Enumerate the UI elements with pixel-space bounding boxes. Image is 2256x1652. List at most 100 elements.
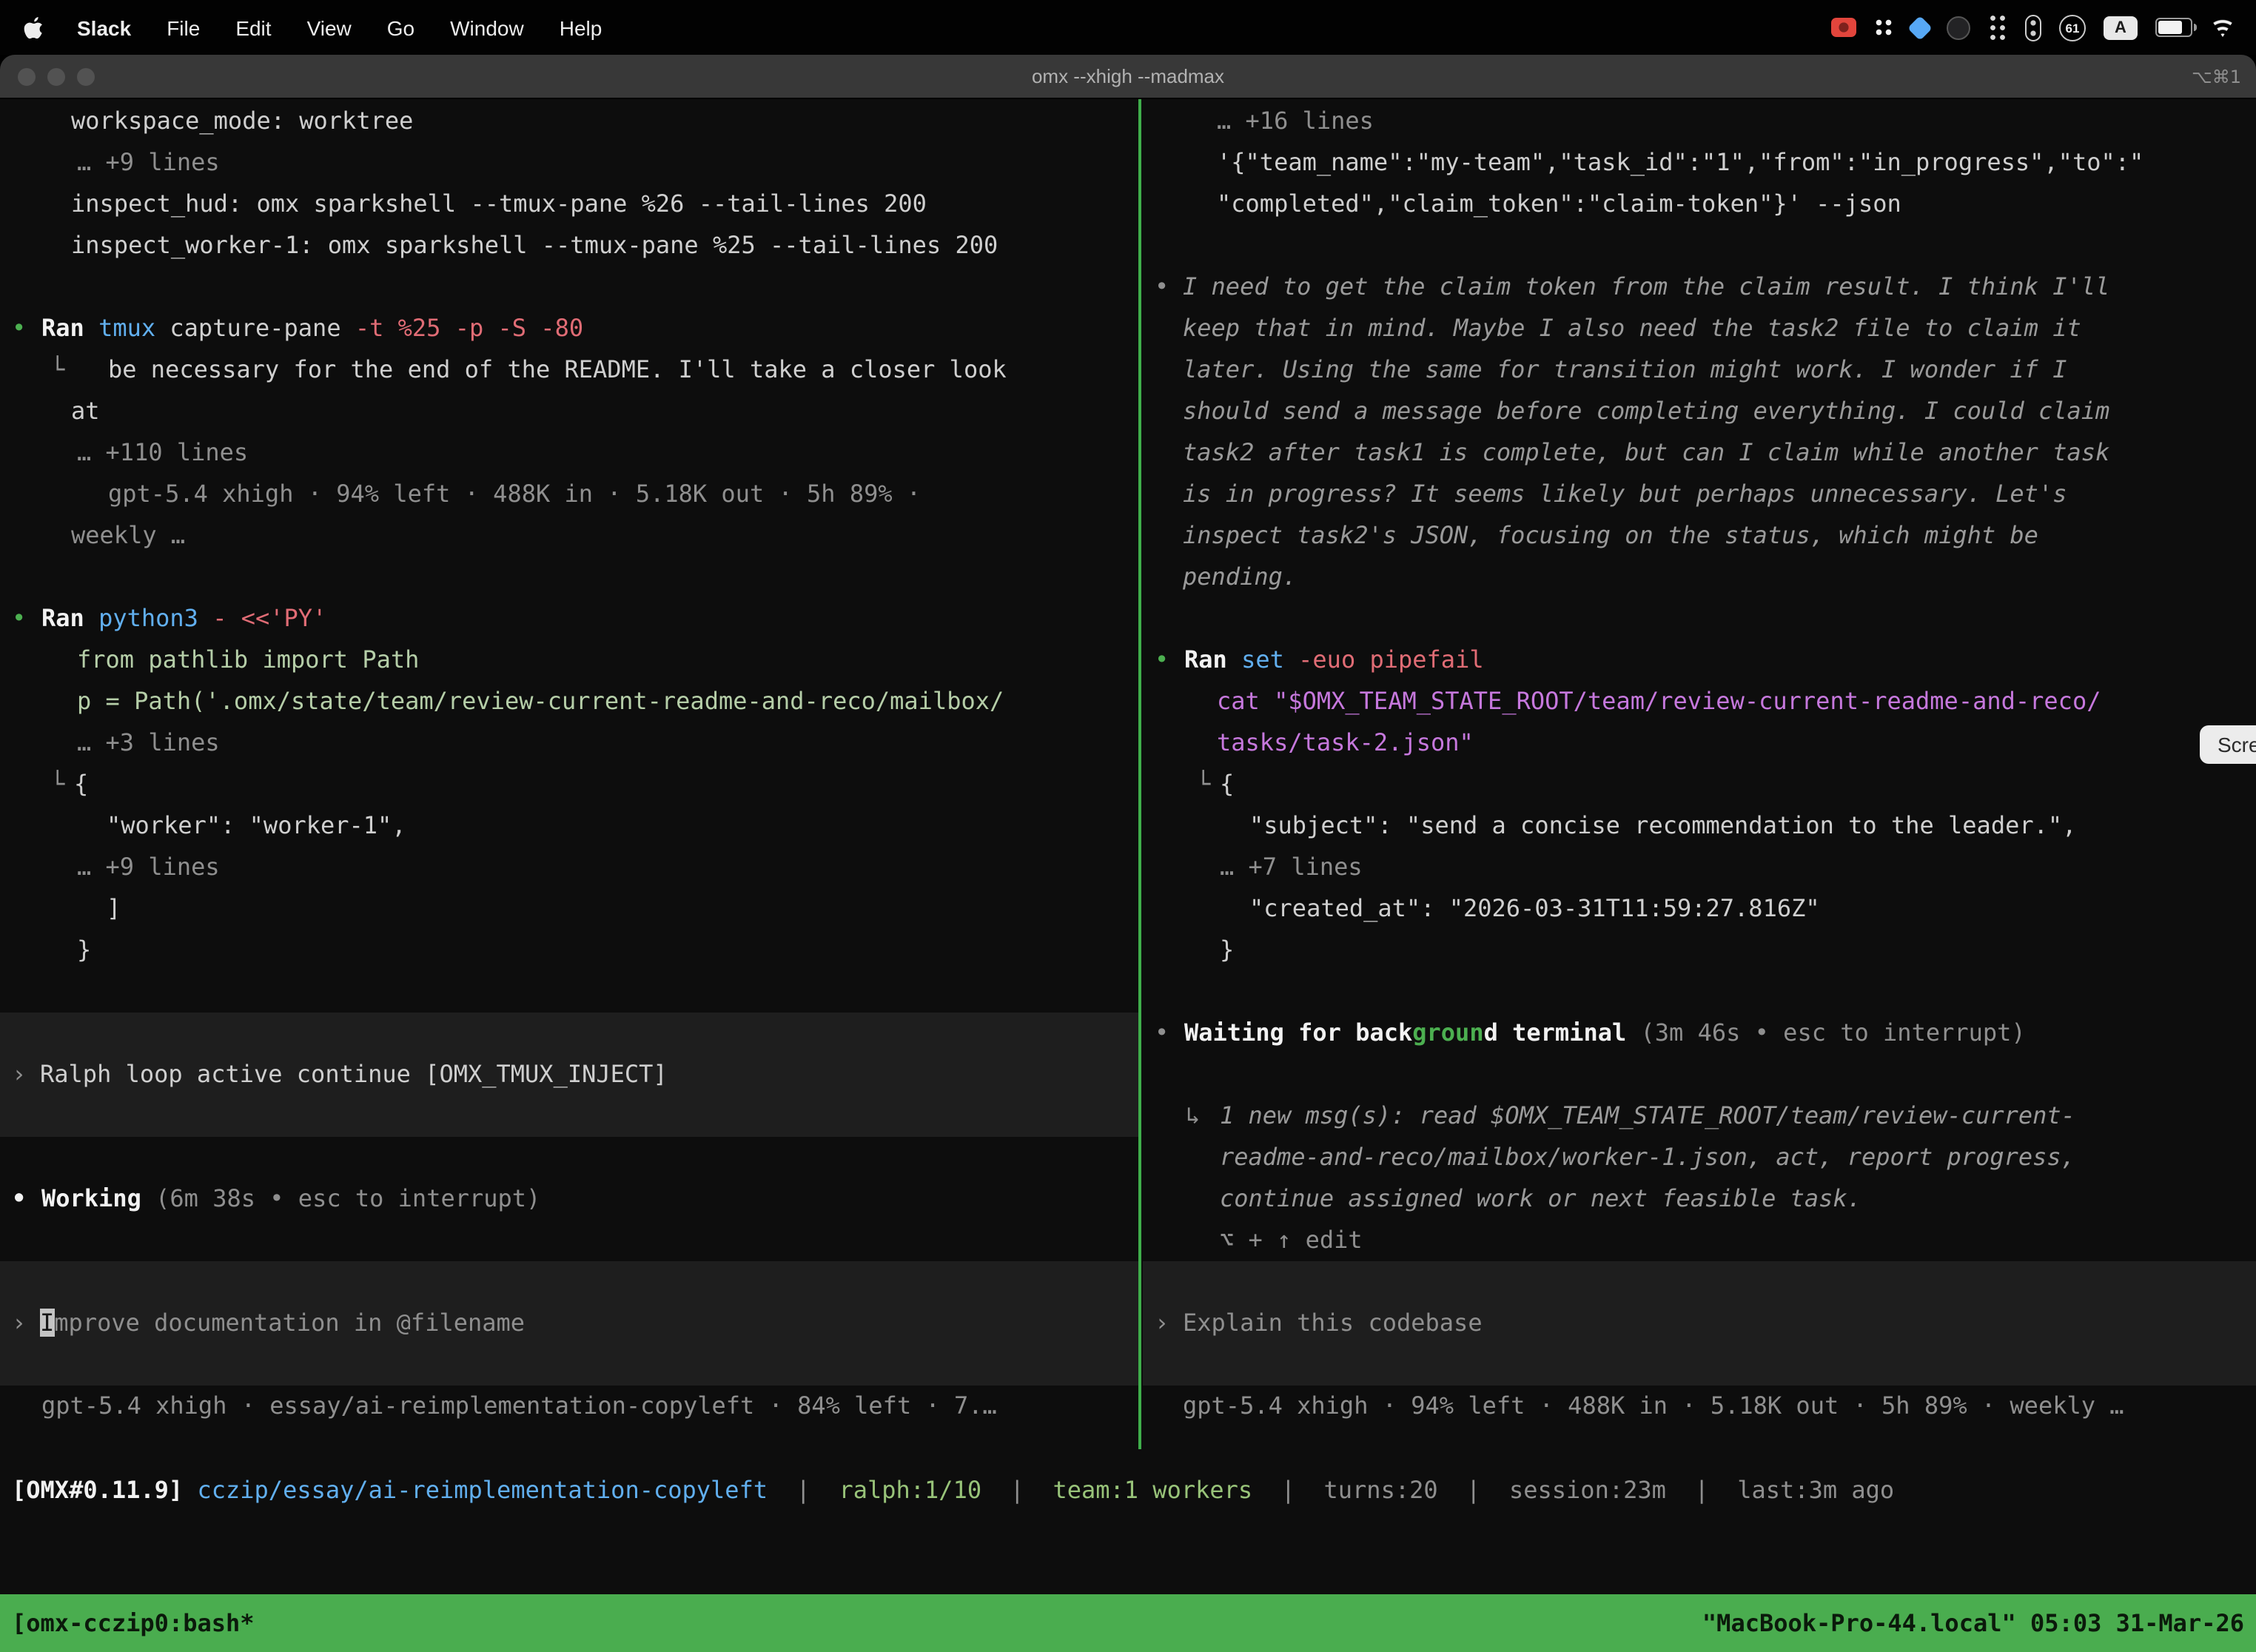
left-terminal-pane[interactable]: workspace_mode: worktree… +9 linesinspec… (0, 101, 1140, 1427)
terminal-line: … +3 lines (0, 722, 1140, 764)
menu-item-help[interactable]: Help (560, 16, 602, 39)
terminal-line: "worker": "worker-1", (0, 805, 1140, 847)
terminal-line: ↳1 new msg(s): read $OMX_TEAM_STATE_ROOT… (1143, 1095, 2256, 1137)
line-marker: • (12, 1178, 26, 1220)
window-shortcut-hint: ⌥⌘1 (2192, 66, 2241, 87)
terminal-line: •Working (6m 38s • esc to interrupt) (0, 1178, 1140, 1220)
terminal-line (0, 1137, 1140, 1178)
terminal-line (0, 1261, 1140, 1303)
line-marker: › (1155, 1303, 1169, 1344)
window-titlebar[interactable]: omx --xhigh --madmax ⌥⌘1 (0, 55, 2256, 99)
terminal-line: … +110 lines (0, 432, 1140, 474)
wifi-icon[interactable] (2210, 18, 2235, 37)
menu-item-edit[interactable]: Edit (235, 16, 271, 39)
line-marker: • (12, 598, 26, 639)
screen-recording-indicator-icon[interactable] (1831, 18, 1856, 37)
terminal-line (1143, 1344, 2256, 1386)
tmux-session-label: [omx-cczip0:bash* (12, 1609, 255, 1637)
menu-item-view[interactable]: View (307, 16, 352, 39)
terminal-window: omx --xhigh --madmax ⌥⌘1 workspace_mode:… (0, 55, 2256, 1652)
terminal-line: •I need to get the claim token from the … (1143, 266, 2256, 308)
terminal-line: └{ (0, 764, 1140, 805)
terminal-line: •Waiting for background terminal (3m 46s… (1143, 1013, 2256, 1054)
apple-menu[interactable] (24, 15, 44, 40)
terminal-line (1143, 1054, 2256, 1095)
terminal-line: •Ran set -euo pipefail (1143, 639, 2256, 681)
apple-logo-icon (24, 15, 44, 40)
line-marker: › (12, 1054, 26, 1095)
terminal-line: is in progress? It seems likely but perh… (1143, 474, 2256, 515)
terminal-line: … +7 lines (1143, 847, 2256, 888)
terminal-line: continue assigned work or next feasible … (1143, 1178, 2256, 1220)
battery-icon[interactable] (2155, 18, 2192, 37)
terminal-line (0, 1344, 1140, 1386)
grid-app-icon[interactable] (1874, 18, 1893, 37)
terminal-line: cat "$OMX_TEAM_STATE_ROOT/team/review-cu… (1143, 681, 2256, 722)
terminal-line: } (1143, 930, 2256, 971)
terminal-line: keep that in mind. Maybe I also need the… (1143, 308, 2256, 349)
raycast-icon[interactable] (1907, 15, 1933, 40)
line-marker: └ (50, 349, 64, 391)
terminal-line: ›Ralph loop active continue [OMX_TMUX_IN… (0, 1054, 1140, 1095)
terminal-line: ›Explain this codebase (1143, 1303, 2256, 1344)
terminal-line: "completed","claim_token":"claim-token"}… (1143, 184, 2256, 225)
terminal-line (0, 266, 1140, 308)
menu-item-window[interactable]: Window (450, 16, 524, 39)
line-marker: • (1155, 639, 1169, 681)
battery-percent-gauge-icon[interactable]: 61 (2059, 14, 2086, 41)
window-title: omx --xhigh --madmax (0, 65, 2256, 87)
screen: Slack File Edit View Go Window Help 61 A… (0, 0, 2256, 1652)
terminal-line (1143, 1261, 2256, 1303)
terminal-line (0, 1013, 1140, 1054)
menu-item-go[interactable]: Go (387, 16, 414, 39)
terminal-line: inspect task2's JSON, focusing on the st… (1143, 515, 2256, 557)
terminal-line: gpt-5.4 xhigh · essay/ai-reimplementatio… (0, 1386, 1140, 1427)
line-marker: • (1155, 266, 1169, 308)
terminal-line: ›Improve documentation in @filename (0, 1303, 1140, 1344)
menu-app-name[interactable]: Slack (77, 16, 131, 39)
omx-status-line: [OMX#0.11.9] cczip/essay/ai-reimplementa… (12, 1470, 1894, 1511)
close-button[interactable] (18, 67, 36, 85)
screen-tooltip: Scre (2200, 725, 2256, 764)
terminal-line: readme-and-reco/mailbox/worker-1.json, a… (1143, 1137, 2256, 1178)
line-marker: ↳ (1186, 1095, 1200, 1137)
terminal-line: └{ (1143, 764, 2256, 805)
terminal-line: pending. (1143, 557, 2256, 598)
terminal-line: should send a message before completing … (1143, 391, 2256, 432)
terminal-line: at (0, 391, 1140, 432)
terminal-line: gpt-5.4 xhigh · 94% left · 488K in · 5.1… (1143, 1386, 2256, 1427)
terminal-line: weekly … (0, 515, 1140, 557)
minimize-button[interactable] (47, 67, 65, 85)
terminal-line: inspect_worker-1: omx sparkshell --tmux-… (0, 225, 1140, 266)
menu-item-file[interactable]: File (167, 16, 200, 39)
terminal-line: … +16 lines (1143, 101, 2256, 142)
line-marker: • (1155, 1013, 1169, 1054)
terminal-line: } (0, 930, 1140, 971)
line-marker: └ (50, 764, 64, 805)
terminal-line: inspect_hud: omx sparkshell --tmux-pane … (0, 184, 1140, 225)
terminal-line: '{"team_name":"my-team","task_id":"1","f… (1143, 142, 2256, 184)
terminal-line (0, 971, 1140, 1013)
terminal-line: … +9 lines (0, 847, 1140, 888)
terminal-line: gpt-5.4 xhigh · 94% left · 488K in · 5.1… (0, 474, 1140, 515)
dots-grid-icon[interactable] (1988, 13, 2007, 41)
line-marker: › (12, 1303, 26, 1344)
input-source-icon[interactable]: A (2104, 16, 2138, 39)
terminal-line: from pathlib import Path (0, 639, 1140, 681)
terminal-line: └be necessary for the end of the README.… (0, 349, 1140, 391)
terminal-line: tasks/task-2.json" (1143, 722, 2256, 764)
terminal-line (0, 1220, 1140, 1261)
terminal-line: •Ran tmux capture-pane -t %25 -p -S -80 (0, 308, 1140, 349)
right-terminal-pane[interactable]: … +16 lines'{"team_name":"my-team","task… (1143, 101, 2256, 1427)
tmux-pane-divider[interactable] (1138, 99, 1141, 1449)
terminal-line: later. Using the same for transition mig… (1143, 349, 2256, 391)
menu-bar: Slack File Edit View Go Window Help 61 A (0, 0, 2256, 55)
terminal-line: "created_at": "2026-03-31T11:59:27.816Z" (1143, 888, 2256, 930)
terminal-app-icon[interactable] (1947, 16, 1970, 39)
stage-manager-icon[interactable] (2025, 14, 2041, 41)
terminal-line: … +9 lines (0, 142, 1140, 184)
terminal-line (0, 1095, 1140, 1137)
zoom-button[interactable] (77, 67, 95, 85)
terminal-line: task2 after task1 is complete, but can I… (1143, 432, 2256, 474)
line-marker: • (12, 308, 26, 349)
